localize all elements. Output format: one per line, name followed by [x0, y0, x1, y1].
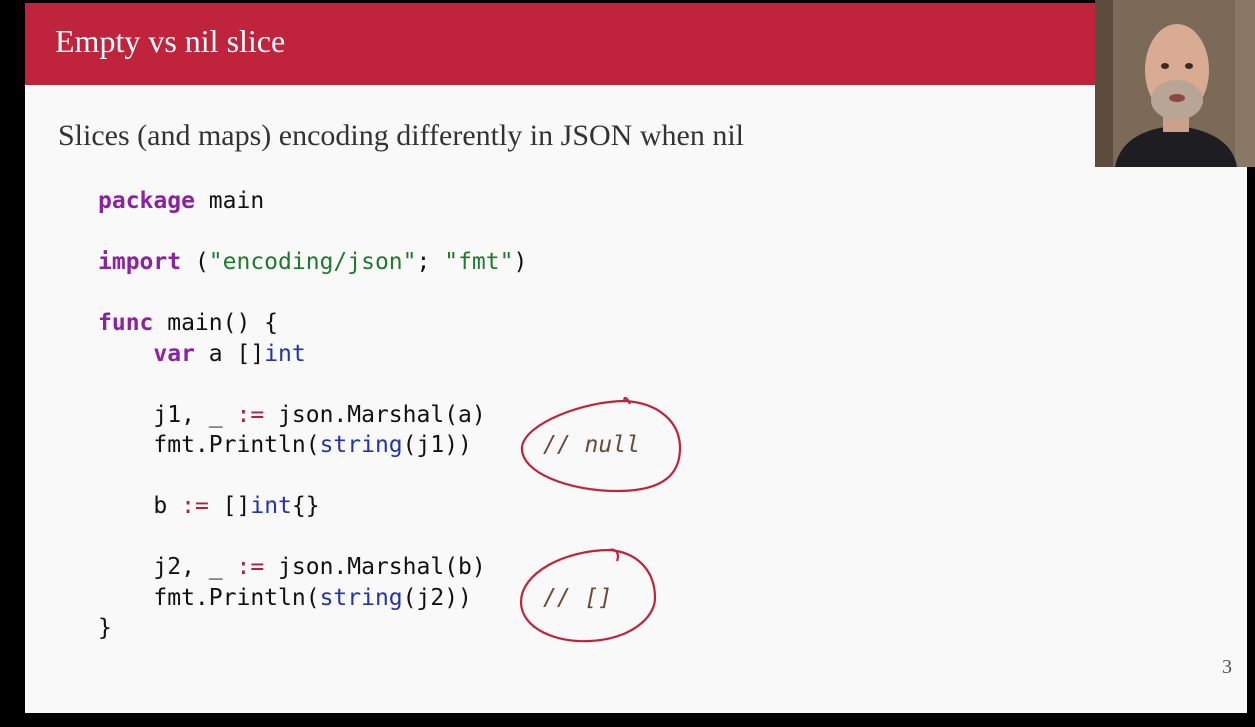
- ink-circle-empty-array: [519, 548, 657, 643]
- presenter-image: [1095, 0, 1255, 167]
- presenter-webcam: [1095, 0, 1255, 167]
- ink-annotations: [519, 396, 682, 643]
- slide: Empty vs nil slice Slices (and maps) enc…: [25, 3, 1247, 713]
- ink-circle-null: [520, 396, 682, 493]
- page-number: 3: [1222, 656, 1232, 678]
